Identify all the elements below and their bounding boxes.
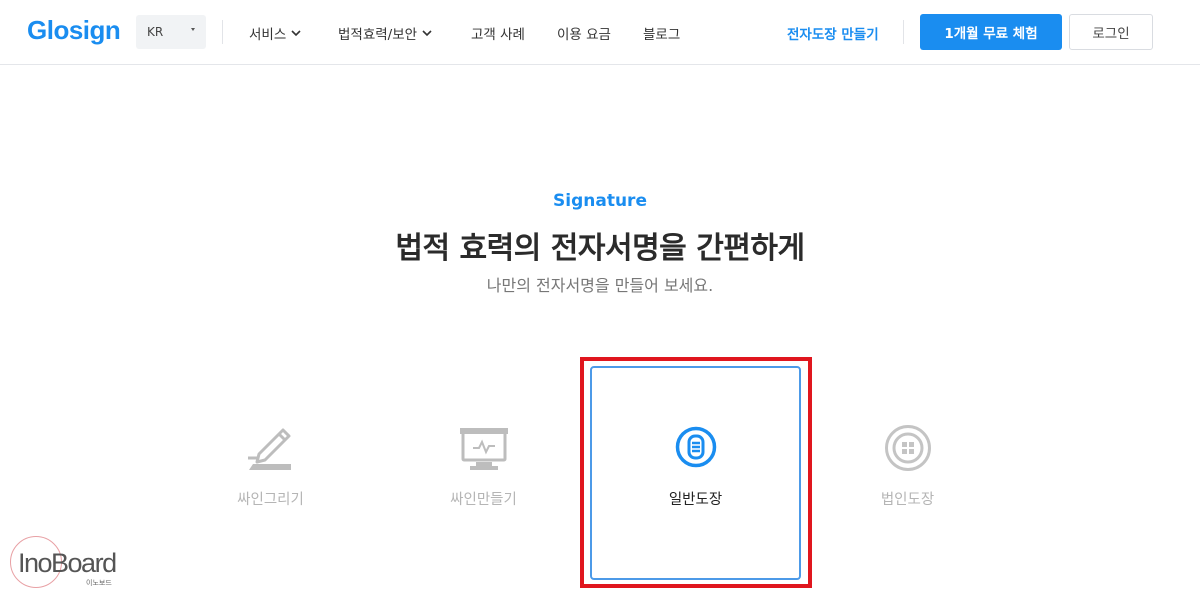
watermark-subtext: 이노보드 (86, 579, 112, 587)
nav-item-pricing[interactable]: 이용 요금 (557, 23, 611, 43)
option-draw-signature[interactable]: 싸인그리기 (165, 366, 376, 580)
nav-item-label: 이용 요금 (557, 27, 611, 43)
option-general-stamp[interactable]: 일반도장 (590, 366, 801, 580)
page-title: 법적 효력의 전자서명을 간편하게 (395, 231, 805, 266)
language-selector[interactable]: KR (136, 15, 206, 49)
option-corporate-stamp[interactable]: 법인도장 (802, 366, 1013, 580)
nav-item-label: 법적효력/보안 (338, 27, 418, 43)
header-divider (222, 20, 223, 44)
nav-item-customer-cases[interactable]: 고객 사례 (471, 23, 525, 43)
option-label: 싸인만들기 (450, 492, 517, 508)
page-subtitle: 나만의 전자서명을 만들어 보세요. (486, 276, 714, 295)
pen-sign-icon (247, 428, 291, 470)
nav-item-legal-security[interactable]: 법적효력/보안 (338, 23, 432, 43)
option-label: 일반도장 (668, 492, 723, 508)
language-label: KR (147, 25, 164, 39)
top-header: Glosign KR 서비스 법적효력/보안 고객 사례 이용 요금 블로그 전… (0, 0, 1200, 65)
create-stamp-link[interactable]: 전자도장 만들기 (787, 23, 879, 43)
section-eyebrow: Signature (553, 191, 647, 211)
caret-down-icon (191, 28, 195, 31)
stamp-corporate-icon (884, 425, 931, 471)
nav-item-label: 블로그 (643, 27, 681, 43)
chevron-down-icon (422, 29, 432, 36)
chevron-down-icon (291, 29, 301, 36)
header-divider (903, 20, 904, 44)
inoboard-watermark: InoBoard 이노보드 (8, 536, 128, 592)
nav-item-blog[interactable]: 블로그 (643, 23, 680, 43)
option-label: 법인도장 (880, 492, 935, 508)
free-trial-button[interactable]: 1개월 무료 체험 (920, 14, 1062, 50)
login-button[interactable]: 로그인 (1069, 14, 1153, 50)
nav-item-services[interactable]: 서비스 (249, 23, 301, 43)
nav-item-label: 고객 사례 (471, 27, 525, 43)
monitor-signature-icon (459, 428, 508, 470)
watermark-text: InoBoard (18, 548, 117, 578)
stamp-round-icon (675, 426, 716, 468)
glosign-logo[interactable]: Glosign (27, 15, 121, 46)
option-make-signature[interactable]: 싸인만들기 (378, 366, 589, 580)
option-label: 싸인그리기 (237, 492, 304, 508)
nav-item-label: 서비스 (249, 27, 287, 43)
